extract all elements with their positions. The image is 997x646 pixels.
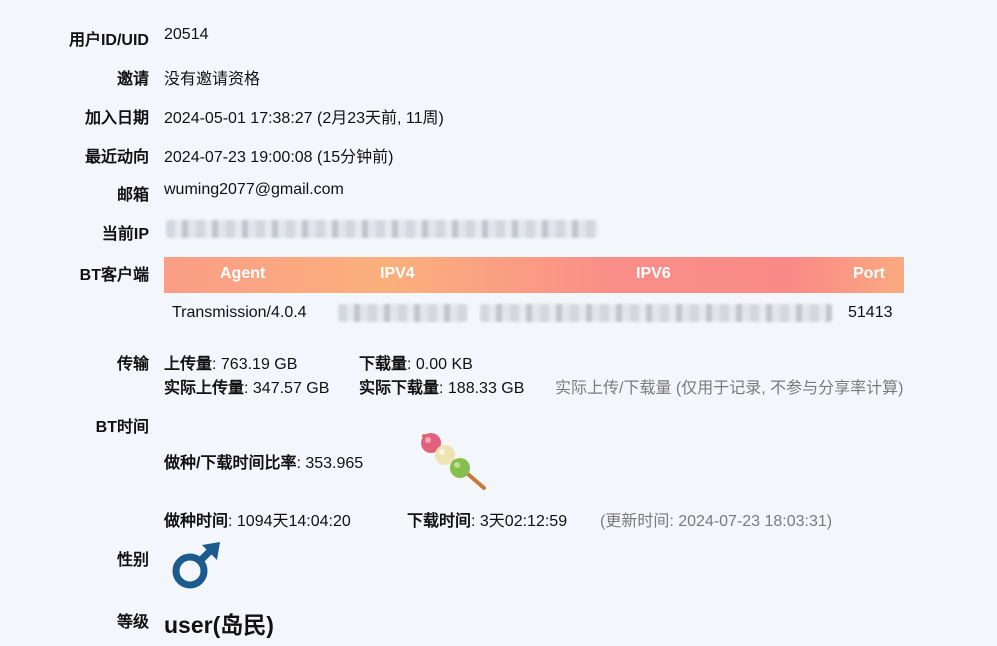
col-ipv6: IPV6 <box>636 265 671 282</box>
male-icon <box>172 542 220 589</box>
uid-label: 用户ID/UID <box>68 32 149 49</box>
upload-label: 上传量 <box>164 356 213 373</box>
join-date-value: 2024-05-01 17:38:27 (2月23天前, 11周) <box>164 110 444 127</box>
bt-ipv6-redacted <box>480 304 832 322</box>
seed-time-label: 做种时间 <box>164 513 229 530</box>
email-value: wuming2077@gmail.com <box>164 181 344 198</box>
last-action-value: 2024-07-23 19:00:08 (15分钟前) <box>164 149 394 166</box>
download-stat: 下载量: 0.00 KB <box>359 350 473 374</box>
col-ipv4: IPV4 <box>380 265 415 282</box>
gender-label: 性别 <box>116 552 149 569</box>
download-time-stat: 下载时间: 3天02:12:59 <box>407 507 567 531</box>
seed-time-value: : 1094天14:04:20 <box>228 513 351 530</box>
real-download-stat: 实际下载量: 188.33 GB <box>359 374 524 398</box>
transfer-note: 实际上传/下载量 (仅用于记录, 不参与分享率计算) <box>555 380 904 397</box>
email-label: 邮箱 <box>116 187 149 204</box>
real-upload-stat: 实际上传量: 347.57 GB <box>164 374 329 398</box>
ratio-stat: 做种/下载时间比率: 353.965 <box>164 449 363 473</box>
level-value: user(岛民) <box>164 612 274 638</box>
download-time-label: 下载时间 <box>407 513 472 530</box>
col-agent: Agent <box>220 265 266 282</box>
ip-label: 当前IP <box>101 226 149 243</box>
transfer-label: 传输 <box>116 356 149 373</box>
ip-redacted <box>166 220 598 238</box>
invite-value: 没有邀请资格 <box>164 71 261 88</box>
dango-icon <box>421 433 486 490</box>
bt-time-label: BT时间 <box>95 419 149 436</box>
bt-time-updated: (更新时间: 2024-07-23 18:03:31) <box>600 513 833 530</box>
real-download-label: 实际下载量 <box>359 380 440 397</box>
bt-port-cell: 51413 <box>848 304 893 321</box>
ratio-label: 做种/下载时间比率 <box>164 455 297 472</box>
seed-time-stat: 做种时间: 1094天14:04:20 <box>164 507 351 531</box>
upload-value: : 763.19 GB <box>212 356 298 373</box>
bt-ipv4-redacted <box>338 304 468 322</box>
real-upload-value: : 347.57 GB <box>244 380 330 397</box>
uid-value: 20514 <box>164 26 209 43</box>
bt-client-label: BT客户端 <box>79 267 149 284</box>
bt-agent-cell: Transmission/4.0.4 <box>172 304 307 321</box>
download-value: : 0.00 KB <box>407 356 473 373</box>
join-date-label: 加入日期 <box>84 110 149 127</box>
level-label: 等级 <box>116 614 149 631</box>
real-download-value: : 188.33 GB <box>439 380 525 397</box>
ratio-value: : 353.965 <box>296 455 364 472</box>
last-action-label: 最近动向 <box>84 149 149 166</box>
real-upload-label: 实际上传量 <box>164 380 245 397</box>
upload-stat: 上传量: 763.19 GB <box>164 350 297 374</box>
download-time-value: : 3天02:12:59 <box>471 513 568 530</box>
invite-label: 邀请 <box>116 71 149 88</box>
download-label: 下载量 <box>359 356 408 373</box>
bt-client-header: Agent IPV4 IPV6 Port <box>164 257 904 293</box>
col-port: Port <box>853 265 885 282</box>
